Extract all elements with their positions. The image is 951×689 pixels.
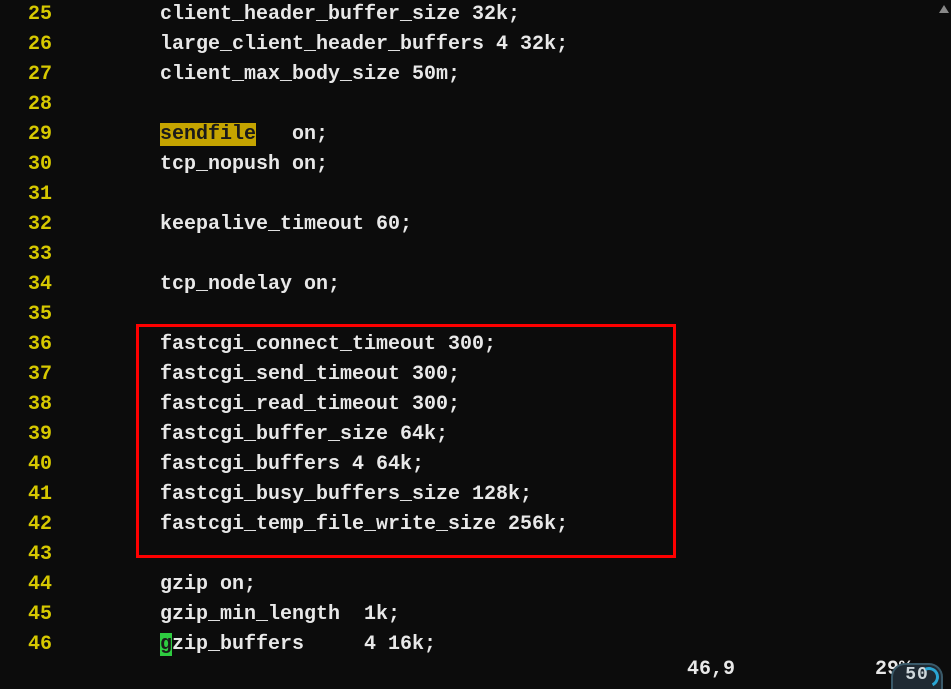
code-line[interactable]: 43 (0, 540, 951, 570)
code-text: keepalive_timeout 60; (60, 210, 412, 240)
code-line[interactable]: 37fastcgi_send_timeout 300; (0, 360, 951, 390)
code-line[interactable]: 42fastcgi_temp_file_write_size 256k; (0, 510, 951, 540)
code-line[interactable]: 33 (0, 240, 951, 270)
code-text: fastcgi_connect_timeout 300; (60, 330, 496, 360)
code-text: fastcgi_read_timeout 300; (60, 390, 460, 420)
code-line[interactable]: 31 (0, 180, 951, 210)
line-number: 42 (0, 510, 60, 540)
code-line[interactable]: 30tcp_nopush on; (0, 150, 951, 180)
code-text: tcp_nopush on; (60, 150, 328, 180)
code-line[interactable]: 34tcp_nodelay on; (0, 270, 951, 300)
code-text: fastcgi_temp_file_write_size 256k; (60, 510, 568, 540)
line-number: 32 (0, 210, 60, 240)
line-number: 26 (0, 30, 60, 60)
code-line[interactable]: 29sendfile on; (0, 120, 951, 150)
code-text: gzip_min_length 1k; (60, 600, 400, 630)
line-number: 39 (0, 420, 60, 450)
code-line[interactable]: 28 (0, 90, 951, 120)
code-line[interactable]: 27client_max_body_size 50m; (0, 60, 951, 90)
code-text: fastcgi_busy_buffers_size 128k; (60, 480, 532, 510)
code-text: large_client_header_buffers 4 32k; (60, 30, 568, 60)
line-number: 30 (0, 150, 60, 180)
line-number: 31 (0, 180, 60, 210)
code-text: fastcgi_buffers 4 64k; (60, 450, 424, 480)
highlighted-text: sendfile (160, 123, 256, 146)
code-text: sendfile on; (60, 120, 328, 150)
code-text: gzip on; (60, 570, 256, 600)
line-number: 41 (0, 480, 60, 510)
code-line[interactable]: 36fastcgi_connect_timeout 300; (0, 330, 951, 360)
code-line[interactable]: 32keepalive_timeout 60; (0, 210, 951, 240)
cursor-position: 46,9 (687, 655, 735, 685)
line-number: 27 (0, 60, 60, 90)
line-number: 33 (0, 240, 60, 270)
code-line[interactable]: 40fastcgi_buffers 4 64k; (0, 450, 951, 480)
code-line[interactable]: 45gzip_min_length 1k; (0, 600, 951, 630)
scrollbar-up-icon[interactable] (937, 2, 949, 16)
overlay-badge: 50 (891, 663, 943, 689)
code-line[interactable]: 25client_header_buffer_size 32k; (0, 0, 951, 30)
code-line[interactable]: 38fastcgi_read_timeout 300; (0, 390, 951, 420)
line-number: 40 (0, 450, 60, 480)
code-line[interactable]: 39fastcgi_buffer_size 64k; (0, 420, 951, 450)
code-text: tcp_nodelay on; (60, 270, 340, 300)
line-number: 37 (0, 360, 60, 390)
code-text: fastcgi_send_timeout 300; (60, 360, 460, 390)
line-number: 29 (0, 120, 60, 150)
code-text: fastcgi_buffer_size 64k; (60, 420, 448, 450)
line-number: 35 (0, 300, 60, 330)
code-text: client_header_buffer_size 32k; (60, 0, 520, 30)
code-line[interactable]: 26large_client_header_buffers 4 32k; (0, 30, 951, 60)
code-text: client_max_body_size 50m; (60, 60, 460, 90)
line-number: 43 (0, 540, 60, 570)
highlighted-text: g (160, 633, 172, 656)
line-number: 34 (0, 270, 60, 300)
status-bar: 46,9 29% (0, 655, 951, 685)
code-line[interactable]: 35 (0, 300, 951, 330)
code-editor[interactable]: 25client_header_buffer_size 32k;26large_… (0, 0, 951, 660)
code-line[interactable]: 44gzip on; (0, 570, 951, 600)
line-number: 44 (0, 570, 60, 600)
line-number: 45 (0, 600, 60, 630)
line-number: 38 (0, 390, 60, 420)
line-number: 28 (0, 90, 60, 120)
code-line[interactable]: 41fastcgi_busy_buffers_size 128k; (0, 480, 951, 510)
line-number: 36 (0, 330, 60, 360)
line-number: 25 (0, 0, 60, 30)
